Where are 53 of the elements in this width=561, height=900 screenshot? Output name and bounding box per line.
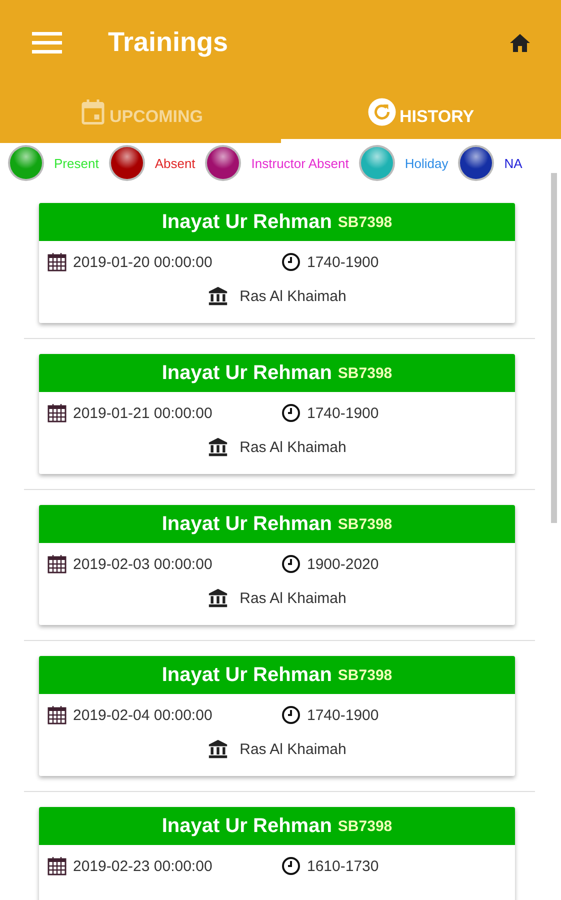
training-location: Ras Al Khaimah <box>240 740 346 758</box>
trainee-name: Inayat Ur Rehman <box>162 664 332 686</box>
legend-label: Instructor Absent <box>251 156 349 170</box>
building-icon <box>208 739 228 759</box>
refresh-icon <box>367 97 398 127</box>
trainee-code: SB7398 <box>338 516 392 532</box>
trainee-code: SB7398 <box>338 214 392 230</box>
training-location: Ras Al Khaimah <box>240 438 346 456</box>
home-icon[interactable] <box>509 32 531 52</box>
training-card[interactable]: Inayat Ur Rehman SB7398 2019-02-04 00:00:00 1740-1900 Ras Al Khaimah <box>39 656 515 776</box>
training-card[interactable]: Inayat Ur Rehman SB7398 2019-01-21 00:00:00 1740-1900 Ras Al Khaimah <box>39 354 515 474</box>
legend-label: NA <box>504 156 522 170</box>
calendar-icon <box>47 705 67 725</box>
training-date: 2019-02-04 00:00:00 <box>73 706 212 724</box>
training-time: 1740-1900 <box>307 404 379 422</box>
trainee-code: SB7398 <box>338 818 392 834</box>
training-date: 2019-01-20 00:00:00 <box>73 254 212 270</box>
trainee-name: Inayat Ur Rehman <box>162 814 332 838</box>
training-location: Ras Al Khaimah <box>240 590 346 606</box>
trainee-name: Inayat Ur Rehman <box>162 362 332 384</box>
trainee-code: SB7398 <box>338 666 392 684</box>
calendar-icon <box>47 554 67 574</box>
legend-label: Absent <box>154 156 196 170</box>
training-card[interactable]: Inayat Ur Rehman SB7398 2019-02-23 00:00:00 1610-1730 <box>39 807 515 900</box>
trainee-name: Inayat Ur Rehman <box>162 210 332 234</box>
clock-icon <box>281 856 301 876</box>
training-date: 2019-02-03 00:00:00 <box>73 556 212 572</box>
clock-icon <box>281 252 301 272</box>
scrollbar[interactable] <box>551 173 557 523</box>
calendar-icon <box>47 856 67 876</box>
calendar-icon <box>47 252 67 272</box>
training-time: 1740-1900 <box>307 254 379 270</box>
training-date: 2019-01-21 00:00:00 <box>73 404 212 422</box>
building-icon <box>208 437 228 457</box>
building-icon <box>208 588 228 608</box>
training-time: 1610-1730 <box>307 858 379 874</box>
legend-label: Present <box>54 156 99 170</box>
training-date: 2019-02-23 00:00:00 <box>73 858 212 874</box>
training-time: 1900-2020 <box>307 556 379 572</box>
trainee-name: Inayat Ur Rehman <box>162 512 332 536</box>
training-location: Ras Al Khaimah <box>240 288 346 304</box>
legend-label: Holiday <box>404 156 448 170</box>
training-card[interactable]: Inayat Ur Rehman SB7398 2019-02-03 00:00:00 1900-2020 Ras Al Khaimah <box>39 505 515 625</box>
clock-icon <box>281 554 301 574</box>
clock-icon <box>281 705 301 725</box>
building-icon <box>208 286 228 306</box>
calendar-icon <box>47 403 67 423</box>
training-time: 1740-1900 <box>307 706 379 724</box>
clock-icon <box>281 403 301 423</box>
app-title: Trainings <box>108 27 230 58</box>
menu-icon[interactable] <box>32 32 62 54</box>
trainee-code: SB7398 <box>338 364 392 382</box>
training-card[interactable]: Inayat Ur Rehman SB7398 2019-01-20 00:00:00 1740-1900 Ras Al Khaimah <box>39 203 515 323</box>
